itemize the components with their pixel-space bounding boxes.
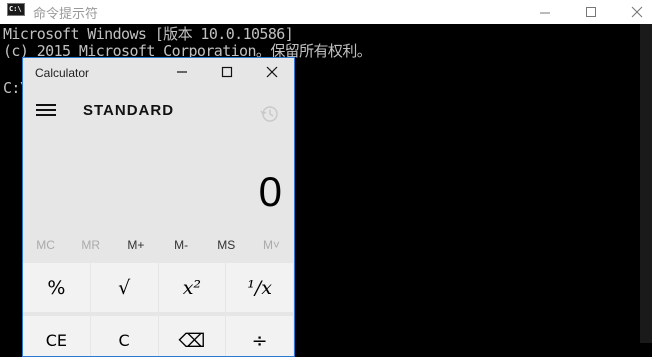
calculator-maximize-button[interactable] [204,58,249,86]
memory-subtract-button[interactable]: M- [159,238,204,258]
result-display: 0 [258,168,282,215]
mode-title: STANDARD [83,102,175,119]
memory-row: MC MR M+ M- MS M˅ [23,238,294,258]
reciprocal-button[interactable]: ¹/x [226,263,293,312]
close-icon [631,6,643,18]
calculator-titlebar[interactable]: Calculator [23,58,294,88]
clear-entry-button[interactable]: CE [23,316,90,356]
console-titlebar[interactable]: C:\ 命令提示符 [0,0,652,24]
divide-button[interactable]: ÷ [226,316,293,356]
console-line: Microsoft Windows [版本 10.0.10586] [3,25,294,43]
history-icon [260,106,278,122]
clear-button[interactable]: C [90,316,158,356]
console-maximize-button[interactable] [568,0,614,24]
memory-clear-button[interactable]: MC [23,238,68,258]
calculator-minimize-button[interactable] [159,58,204,86]
keypad-row: CE C ⌫ ÷ [23,316,294,356]
console-app-icon: C:\ [7,3,25,16]
memory-add-button[interactable]: M+ [113,238,158,258]
minimize-icon [176,71,187,73]
minimize-icon [540,12,550,14]
square-button[interactable]: x² [158,263,226,312]
maximize-icon [221,66,232,78]
percent-button[interactable]: % [23,263,90,312]
console-close-button[interactable] [614,0,652,24]
hamburger-menu-button[interactable] [34,101,58,121]
maximize-icon [586,7,596,17]
calculator-close-button[interactable] [249,58,294,86]
memory-recall-button[interactable]: MR [68,238,113,258]
calculator-window-title: Calculator [35,66,90,80]
close-icon [266,66,277,78]
console-minimize-button[interactable] [522,0,568,24]
keypad-row: % √ x² ¹/x [23,263,294,313]
console-window-title: 命令提示符 [33,7,99,22]
square-root-button[interactable]: √ [90,263,158,312]
backspace-button[interactable]: ⌫ [158,316,226,356]
memory-store-button[interactable]: MS [204,238,249,258]
calculator-window: Calculator STANDARD 0 MC MR M+ M- MS M˅ … [22,57,295,357]
hamburger-icon [36,104,56,106]
console-scrollbar[interactable] [640,24,652,343]
history-button[interactable] [259,103,281,125]
memory-list-button[interactable]: M˅ [249,238,294,258]
